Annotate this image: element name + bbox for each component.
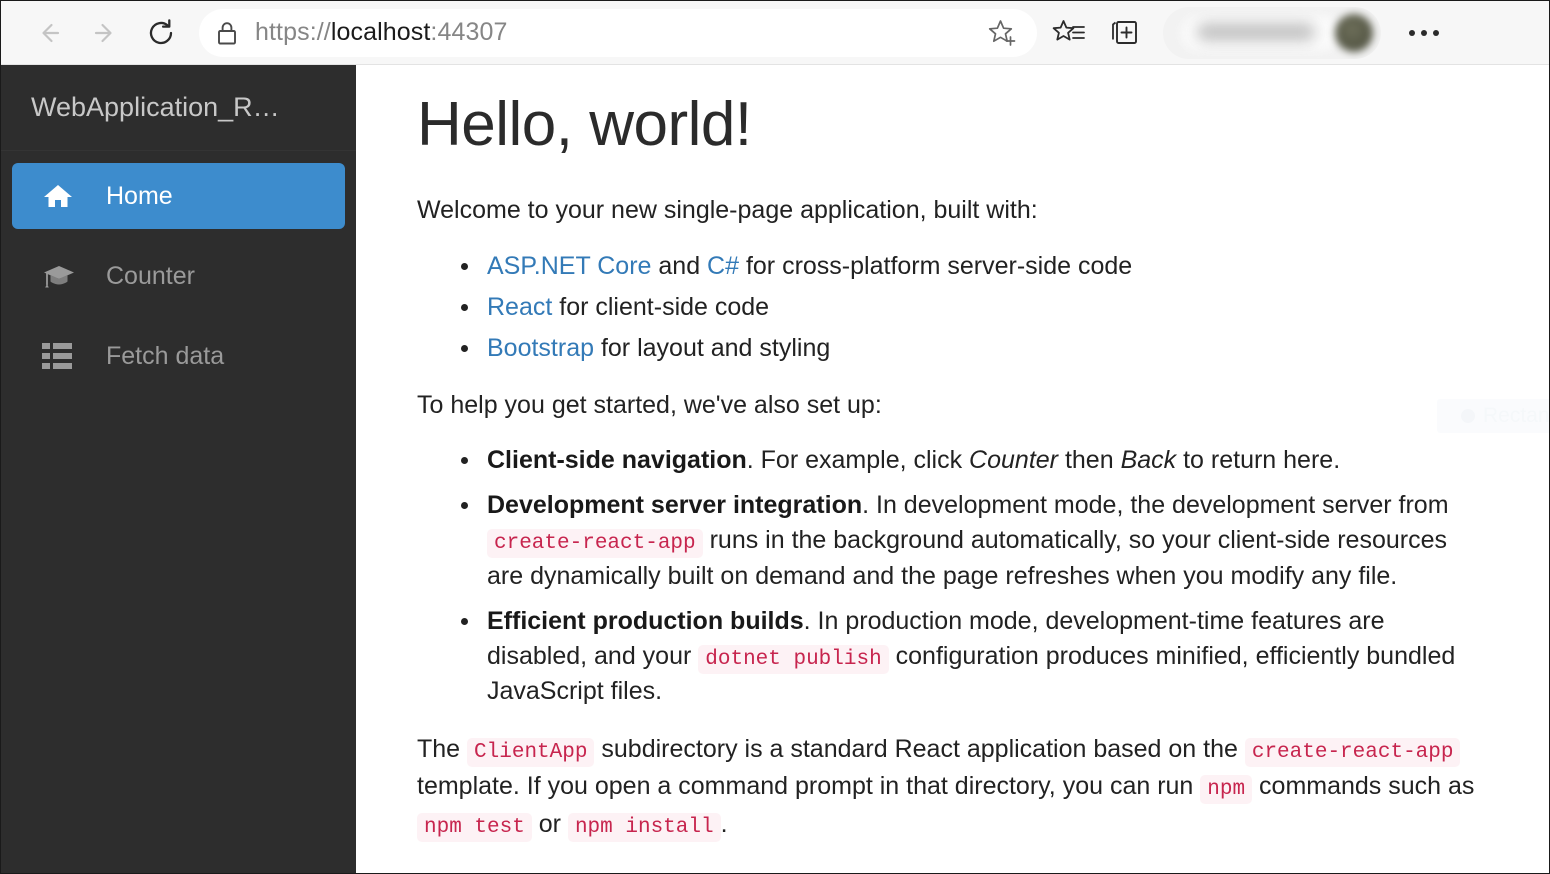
link-aspnet-core[interactable]: ASP.NET Core (487, 252, 651, 280)
tech-0-rest: for cross-platform server-side code (739, 252, 1132, 280)
code-npm-install: npm install (568, 813, 721, 842)
link-bootstrap[interactable]: Bootstrap (487, 334, 594, 362)
page-content: Hello, world! Welcome to your new single… (357, 65, 1549, 873)
tech-2-rest: for layout and styling (594, 334, 830, 362)
code-dotnet-publish: dotnet publish (698, 645, 888, 674)
list-item: React for client-side code (487, 290, 1489, 325)
technology-list: ASP.NET Core and C# for cross-platform s… (417, 249, 1489, 366)
closing-paragraph: The ClientApp subdirectory is a standard… (417, 731, 1489, 844)
code-clientapp: ClientApp (467, 738, 594, 767)
url-text[interactable]: https://localhost:44307 (255, 18, 981, 47)
url-scheme: https:// (255, 18, 331, 46)
feature-0-em1: Counter (969, 446, 1058, 474)
arrow-right-icon (90, 18, 120, 48)
feature-0-p3: to return here. (1176, 446, 1340, 474)
closing-t4: commands such as (1252, 772, 1474, 800)
code-npm-test: npm test (417, 813, 532, 842)
favorites-list-icon (1052, 17, 1086, 49)
feature-0-p1: . For example, click (747, 446, 969, 474)
link-csharp[interactable]: C# (707, 252, 739, 280)
closing-t6: . (721, 810, 728, 838)
browser-window: https://localhost:44307 (0, 0, 1550, 874)
sidebar-item-fetch-data[interactable]: Fetch data (12, 323, 345, 389)
list-icon (42, 340, 82, 372)
favorites-button[interactable] (1041, 9, 1097, 57)
feature-0-em2: Back (1121, 446, 1177, 474)
link-react[interactable]: React (487, 293, 552, 321)
list-item: ASP.NET Core and C# for cross-platform s… (487, 249, 1489, 284)
sidebar-item-counter-label: Counter (106, 264, 195, 289)
code-create-react-app: create-react-app (487, 529, 703, 558)
add-favorite-button[interactable] (981, 11, 1025, 55)
lock-icon (214, 18, 240, 48)
avatar (1335, 14, 1373, 52)
sidebar-item-counter[interactable]: Counter (12, 243, 345, 309)
feature-2-title: Efficient production builds (487, 607, 804, 635)
feature-0-title: Client-side navigation (487, 446, 747, 474)
list-item: Bootstrap for layout and styling (487, 331, 1489, 366)
back-button[interactable] (25, 9, 73, 57)
collections-button[interactable] (1097, 9, 1153, 57)
toolbar-right-group (1041, 1, 1463, 65)
page-title: Hello, world! (417, 91, 1489, 159)
url-port: :44307 (430, 18, 507, 46)
app-brand-title[interactable]: WebApplication_R… (1, 65, 356, 151)
site-security-button[interactable] (199, 9, 255, 57)
list-item: Client-side navigation. For example, cli… (487, 443, 1489, 478)
ghost-label: Rectangular (1483, 404, 1549, 428)
profile-name-redacted (1197, 23, 1315, 41)
closing-t2: subdirectory is a standard React applica… (594, 735, 1244, 763)
reload-button[interactable] (137, 9, 185, 57)
settings-and-more-button[interactable] (1395, 9, 1453, 57)
ellipsis-icon (1409, 30, 1439, 36)
sidebar-item-home[interactable]: Home (12, 163, 345, 229)
features-list: Client-side navigation. For example, cli… (417, 443, 1489, 709)
tech-0-mid: and (651, 252, 707, 280)
profile-button[interactable] (1163, 7, 1381, 59)
url-host: localhost (331, 18, 431, 46)
collections-icon (1109, 17, 1141, 49)
sidebar-item-fetch-data-label: Fetch data (106, 344, 224, 369)
home-icon (42, 180, 82, 212)
closing-t5: or (532, 810, 568, 838)
list-item: Efficient production builds. In producti… (487, 604, 1489, 709)
browser-toolbar: https://localhost:44307 (1, 1, 1549, 65)
sidebar: WebApplication_R… Home (1, 65, 356, 873)
forward-button[interactable] (81, 9, 129, 57)
feature-0-p2: then (1058, 446, 1121, 474)
feature-1-p1: . In development mode, the development s… (862, 491, 1448, 519)
address-bar[interactable]: https://localhost:44307 (199, 9, 1037, 57)
tech-1-rest: for client-side code (552, 293, 769, 321)
closing-t3: template. If you open a command prompt i… (417, 772, 1200, 800)
sidebar-item-home-label: Home (106, 184, 173, 209)
intro-paragraph: Welcome to your new single-page applicat… (417, 193, 1489, 229)
sidebar-nav: Home Counter (1, 151, 356, 389)
star-plus-icon (987, 17, 1019, 49)
graduation-cap-icon (42, 260, 82, 292)
code-create-react-app-2: create-react-app (1245, 738, 1461, 767)
list-item: Development server integration. In devel… (487, 488, 1489, 593)
feature-1-title: Development server integration (487, 491, 862, 519)
code-npm: npm (1200, 775, 1252, 804)
reload-icon (145, 17, 177, 49)
setup-intro-paragraph: To help you get started, we've also set … (417, 388, 1489, 424)
closing-t1: The (417, 735, 467, 763)
arrow-left-icon (34, 18, 64, 48)
